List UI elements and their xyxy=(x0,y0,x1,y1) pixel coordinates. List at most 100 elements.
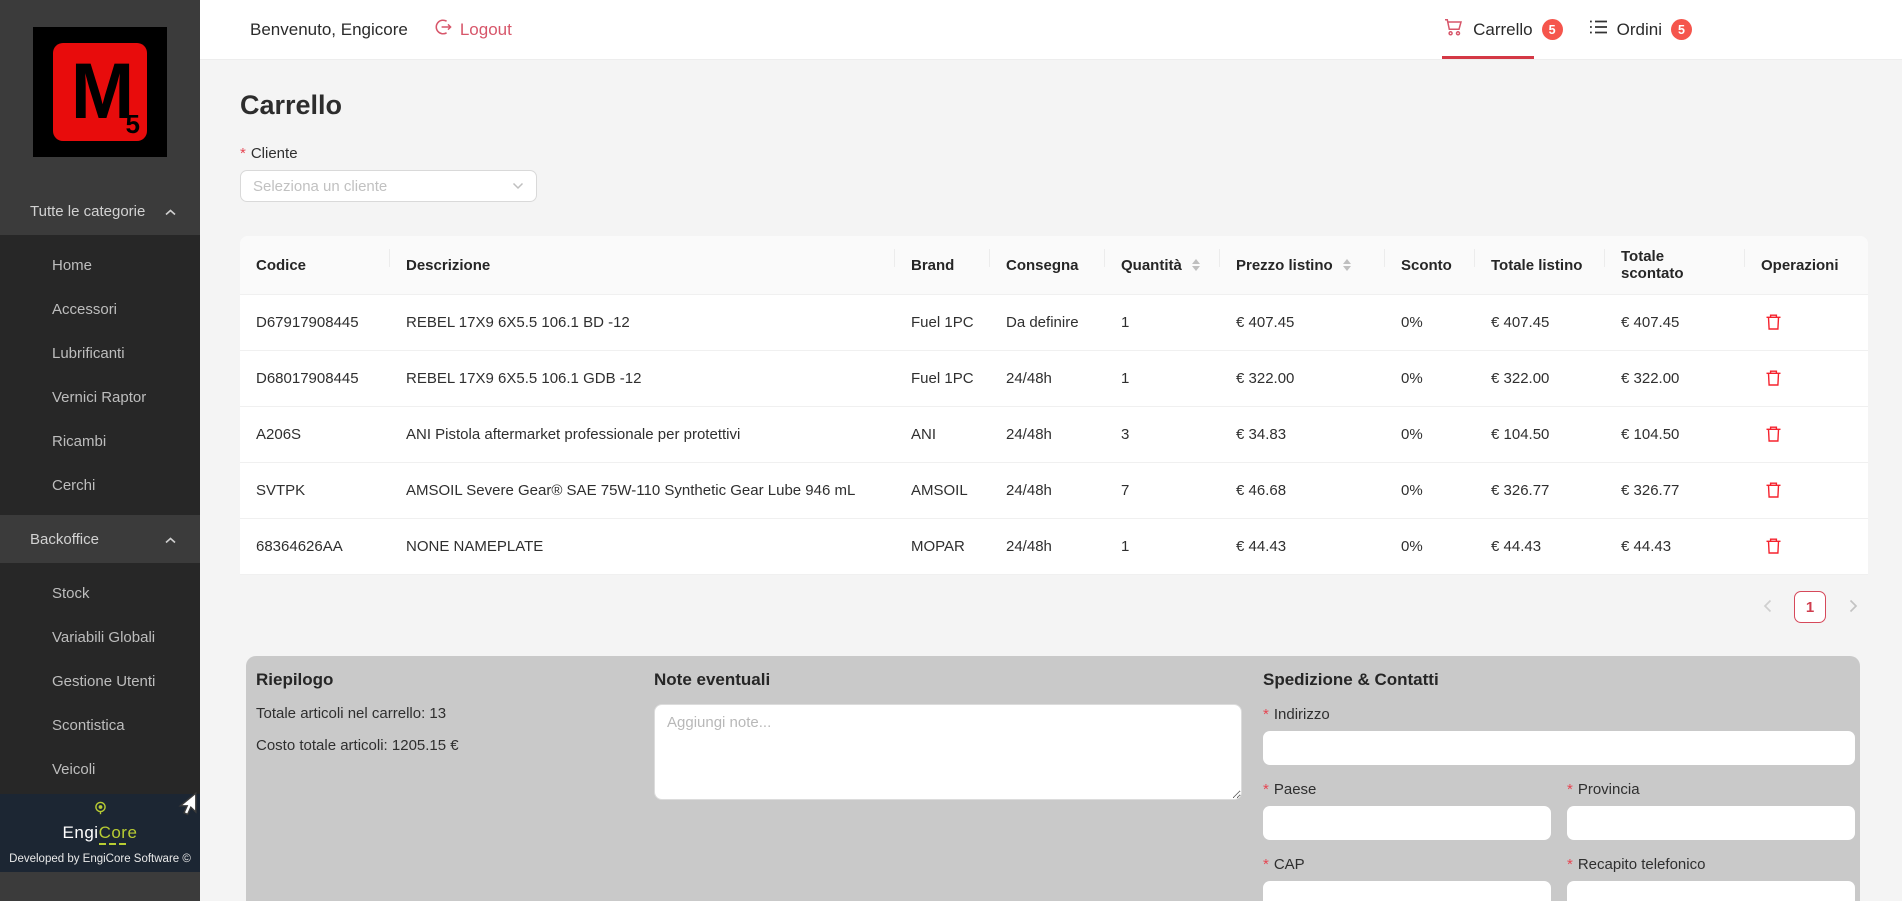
sidebar-item[interactable]: Lubrificanti xyxy=(0,331,200,375)
recapito-telefonico-input[interactable] xyxy=(1567,881,1855,901)
cell-quantita: 1 xyxy=(1105,295,1220,351)
col-operazioni: Operazioni xyxy=(1745,236,1868,295)
tab-carrello[interactable]: Carrello 5 xyxy=(1444,0,1563,59)
cell-codice: SVTPK xyxy=(240,463,390,519)
wordmark-dashes xyxy=(99,843,126,845)
cell-totale-listino: € 326.77 xyxy=(1475,463,1605,519)
next-page-button[interactable] xyxy=(1838,591,1868,623)
summary-total-cost: Costo totale articoli: 1205.15 € xyxy=(256,737,650,754)
checkout-panel: Riepilogo Totale articoli nel carrello: … xyxy=(246,656,1860,901)
col-sconto: Sconto xyxy=(1385,236,1475,295)
client-select[interactable]: Seleziona un cliente xyxy=(240,170,537,202)
engicore-wordmark: EngiCore xyxy=(63,824,138,845)
cell-totale-listino: € 44.43 xyxy=(1475,519,1605,575)
chevron-right-icon xyxy=(1849,599,1858,616)
cell-brand: AMSOIL xyxy=(895,463,990,519)
sidebar-item[interactable]: Gestione Utenti xyxy=(0,659,200,703)
sidebar-item[interactable]: Cerchi xyxy=(0,463,200,507)
cell-totale-scontato: € 322.00 xyxy=(1605,351,1745,407)
cell-brand: MOPAR xyxy=(895,519,990,575)
mouse-cursor xyxy=(175,792,197,821)
sidebar-section-label: Tutte le categorie xyxy=(30,203,145,220)
cell-sconto: 0% xyxy=(1385,295,1475,351)
cell-codice: D67917908445 xyxy=(240,295,390,351)
sidebar-item[interactable]: Ricambi xyxy=(0,419,200,463)
delete-item-button[interactable] xyxy=(1761,535,1786,557)
prev-page-button[interactable] xyxy=(1752,591,1782,623)
sidebar-section-label: Backoffice xyxy=(30,531,99,548)
cell-descrizione: NONE NAMEPLATE xyxy=(390,519,895,575)
logo-digit: 5 xyxy=(126,109,140,140)
col-quantita-sortable[interactable]: Quantità xyxy=(1105,236,1220,295)
cell-totale-scontato: € 44.43 xyxy=(1605,519,1745,575)
table-row: D68017908445 REBEL 17X9 6X5.5 106.1 GDB … xyxy=(240,351,1868,407)
delete-item-button[interactable] xyxy=(1761,423,1786,445)
tab-label: Carrello xyxy=(1473,20,1533,40)
page-number-button[interactable]: 1 xyxy=(1794,591,1826,623)
cart-table: Codice Descrizione Brand Consegna Quanti… xyxy=(240,236,1868,575)
cell-operazioni xyxy=(1745,295,1868,351)
cell-consegna: 24/48h xyxy=(990,351,1105,407)
cell-descrizione: ANI Pistola aftermarket professionale pe… xyxy=(390,407,895,463)
shipping-section: Spedizione & Contatti *Indirizzo *Paese … xyxy=(1248,656,1860,901)
cell-descrizione: REBEL 17X9 6X5.5 106.1 BD -12 xyxy=(390,295,895,351)
page-title: Carrello xyxy=(240,90,1868,121)
field-recapito: *Recapito telefonico xyxy=(1567,840,1855,901)
cell-quantita: 3 xyxy=(1105,407,1220,463)
page-content: Carrello * Cliente Seleziona un cliente … xyxy=(200,60,1902,901)
sidebar-item[interactable]: Vernici Raptor xyxy=(0,375,200,419)
engicore-pin-icon xyxy=(93,801,108,822)
delete-item-button[interactable] xyxy=(1761,367,1786,389)
cell-quantita: 1 xyxy=(1105,351,1220,407)
provincia-input[interactable] xyxy=(1567,806,1855,840)
table-row: 68364626AA NONE NAMEPLATE MOPAR 24/48h 1… xyxy=(240,519,1868,575)
pagination: 1 xyxy=(240,591,1868,623)
cell-operazioni xyxy=(1745,351,1868,407)
cap-input[interactable] xyxy=(1263,881,1551,901)
sidebar-item[interactable]: Stock xyxy=(0,571,200,615)
sidebar-item[interactable]: Veicoli xyxy=(0,747,200,791)
delete-item-button[interactable] xyxy=(1761,479,1786,501)
cell-prezzo-listino: € 46.68 xyxy=(1220,463,1385,519)
cart-table-body: D67917908445 REBEL 17X9 6X5.5 106.1 BD -… xyxy=(240,295,1868,575)
logout-button[interactable]: Logout xyxy=(434,18,512,41)
cart-icon xyxy=(1444,18,1464,41)
col-prezzo-listino-sortable[interactable]: Prezzo listino xyxy=(1220,236,1385,295)
delete-item-button[interactable] xyxy=(1761,311,1786,333)
cell-codice: D68017908445 xyxy=(240,351,390,407)
summary-section: Riepilogo Totale articoli nel carrello: … xyxy=(246,656,650,901)
cell-prezzo-listino: € 407.45 xyxy=(1220,295,1385,351)
app-logo: M 5 xyxy=(33,27,167,157)
sidebar-item[interactable]: Variabili Globali xyxy=(0,615,200,659)
cell-totale-scontato: € 407.45 xyxy=(1605,295,1745,351)
select-placeholder: Seleziona un cliente xyxy=(253,178,387,195)
sidebar-item[interactable]: Scontistica xyxy=(0,703,200,747)
sidebar-item[interactable]: Home xyxy=(0,243,200,287)
col-codice: Codice xyxy=(240,236,390,295)
notes-textarea[interactable] xyxy=(654,704,1242,800)
paese-input[interactable] xyxy=(1263,806,1551,840)
cell-quantita: 1 xyxy=(1105,519,1220,575)
tab-ordini[interactable]: Ordini 5 xyxy=(1589,0,1692,59)
col-consegna: Consegna xyxy=(990,236,1105,295)
sidebar-item[interactable]: Accessori xyxy=(0,287,200,331)
sidebar-section-backoffice[interactable]: Backoffice xyxy=(0,515,200,563)
sidebar: M 5 Tutte le categorie HomeAccessoriLubr… xyxy=(0,0,200,901)
cell-brand: ANI xyxy=(895,407,990,463)
field-indirizzo: *Indirizzo xyxy=(1263,690,1855,765)
cell-operazioni xyxy=(1745,407,1868,463)
top-header: Benvenuto, Engicore Logout Carrello 5 Or… xyxy=(200,0,1902,60)
col-brand: Brand xyxy=(895,236,990,295)
cart-table-card: Codice Descrizione Brand Consegna Quanti… xyxy=(240,236,1868,575)
indirizzo-input[interactable] xyxy=(1263,731,1855,765)
main-area: Benvenuto, Engicore Logout Carrello 5 Or… xyxy=(200,0,1902,901)
sort-carets-icon xyxy=(1343,259,1351,271)
cell-consegna: 24/48h xyxy=(990,519,1105,575)
chevron-left-icon xyxy=(1763,599,1772,616)
notes-section: Note eventuali xyxy=(650,656,1248,901)
cell-brand: Fuel 1PC xyxy=(895,295,990,351)
sidebar-section-categorie[interactable]: Tutte le categorie xyxy=(0,187,200,235)
cell-brand: Fuel 1PC xyxy=(895,351,990,407)
cell-consegna: 24/48h xyxy=(990,407,1105,463)
sort-carets-icon xyxy=(1192,259,1200,271)
